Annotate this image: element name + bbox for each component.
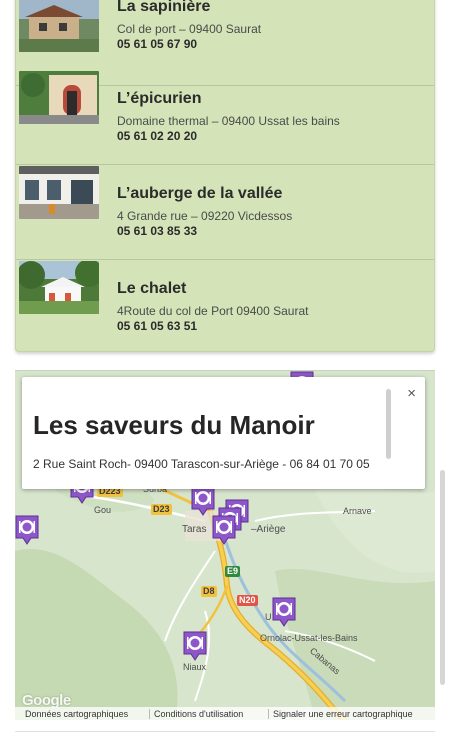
restaurant-epicurien-photo: [19, 71, 99, 124]
page-scrollbar[interactable]: [440, 470, 445, 685]
restaurant-phone[interactable]: 05 61 05 63 51: [117, 319, 197, 333]
map-report-link[interactable]: Signaler une erreur cartographique: [273, 709, 413, 719]
place-arnave: Arnave: [343, 506, 372, 516]
map[interactable]: D223 D23 E9 D8 N20 Surba Gou Taras –Ariè…: [15, 370, 435, 720]
road-label-d23: D23: [151, 504, 172, 515]
restaurant-address: Domaine thermal – 09400 Ussat les bains: [117, 114, 340, 128]
place-gourbit: Gou: [94, 505, 112, 515]
restaurant-name[interactable]: Le chalet: [117, 280, 186, 298]
list-item[interactable]: L’épicurien Domaine thermal – 09400 Ussa…: [16, 70, 434, 165]
restaurant-address: 4Route du col de Port 09400 Saurat: [117, 304, 309, 318]
place-u: U: [265, 612, 272, 622]
place-ariege: –Ariège: [251, 524, 286, 535]
place-niaux: Niaux: [183, 662, 207, 672]
list-item[interactable]: Le chalet 4Route du col de Port 09400 Sa…: [16, 260, 434, 351]
restaurant-chalet-photo: [19, 261, 99, 314]
road-label-e9: E9: [225, 566, 241, 577]
close-icon[interactable]: ×: [407, 385, 416, 402]
road-label-d8: D8: [201, 586, 217, 597]
restaurant-name[interactable]: La sapinière: [117, 0, 210, 16]
footer-divider: [268, 709, 269, 719]
restaurant-auberge-photo: [19, 166, 99, 219]
restaurant-marker-icon[interactable]: [212, 515, 236, 545]
map-footer: Données cartographiques Conditions d'uti…: [15, 707, 435, 720]
restaurant-marker-icon[interactable]: [15, 515, 39, 545]
restaurant-address: Col de port – 09400 Saurat: [117, 22, 262, 36]
restaurant-address: 4 Grande rue – 09220 Vicdessos: [117, 209, 293, 223]
info-window-title: Les saveurs du Manoir: [33, 410, 315, 440]
restaurant-marker-icon[interactable]: [191, 486, 215, 516]
map-data-link[interactable]: Données cartographiques: [25, 709, 128, 719]
divider: [15, 731, 435, 732]
restaurant-marker-icon[interactable]: [272, 597, 296, 627]
restaurant-name[interactable]: L’auberge de la vallée: [117, 185, 282, 203]
list-item[interactable]: L’auberge de la vallée 4 Grande rue – 09…: [16, 165, 434, 260]
place-ornolac: Ornolac-Ussat-les-Bains: [260, 633, 358, 643]
restaurant-list: La sapinière Col de port – 09400 Saurat …: [15, 0, 435, 352]
map-terms-link[interactable]: Conditions d'utilisation: [154, 709, 243, 719]
info-window-address: 2 Rue Saint Roch- 09400 Tarascon-sur-Ari…: [33, 457, 370, 471]
page: La sapinière Col de port – 09400 Saurat …: [0, 0, 450, 735]
restaurant-marker-icon[interactable]: [183, 631, 207, 661]
restaurant-phone[interactable]: 05 61 05 67 90: [117, 37, 197, 51]
restaurant-sapiniere-photo: [19, 0, 99, 52]
info-window-scrollbar[interactable]: [386, 389, 391, 459]
footer-divider: [149, 709, 150, 719]
map-info-window: Les saveurs du Manoir 2 Rue Saint Roch- …: [22, 377, 425, 489]
road-label-n20: N20: [237, 595, 258, 606]
restaurant-name[interactable]: L’épicurien: [117, 90, 201, 108]
restaurant-phone[interactable]: 05 61 03 85 33: [117, 224, 197, 238]
place-tarascon: Taras: [182, 524, 207, 535]
restaurant-phone[interactable]: 05 61 02 20 20: [117, 129, 197, 143]
